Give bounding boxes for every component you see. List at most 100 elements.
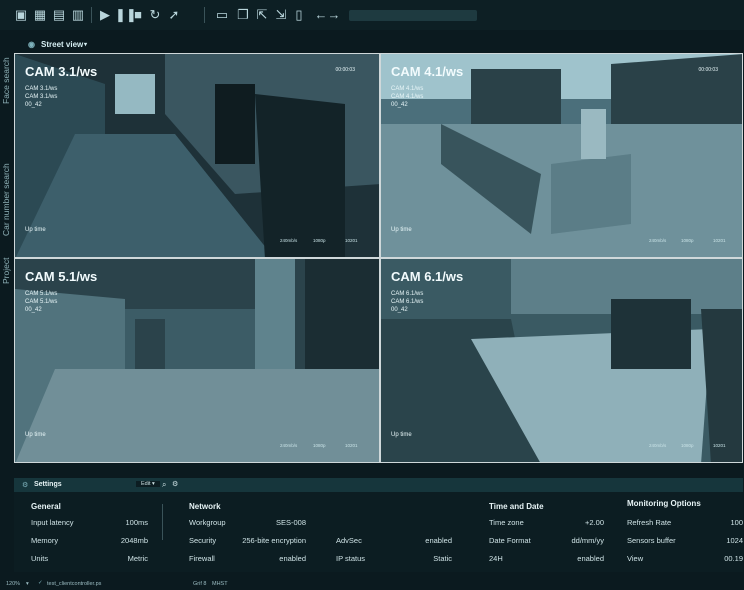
camera-info-line: 00_42 [391,102,408,108]
camera-info-line: CAM 3.1/ws [25,86,58,92]
camera-frames: 10201 [713,238,726,243]
grid-info: Grif 8 [193,581,207,587]
tab-car-number-search[interactable]: Car number search [1,108,15,238]
camera-title: CAM 3.1/ws [25,64,98,79]
setting-value[interactable]: dd/mm/yy [554,536,604,545]
camera-bitrate: 240mb/s [649,238,667,243]
camera-info-line: CAM 4.1/ws [391,94,424,100]
setting-value[interactable]: 100ms [104,518,148,527]
pause-icon[interactable]: ❚❚ [115,8,137,22]
save-icon[interactable]: ▤ [52,8,66,22]
setting-value[interactable]: Metric [104,554,148,563]
mode-info: MHST [212,581,228,587]
camera-bitrate: 240mb/s [649,443,667,448]
setting-label: Memory [31,536,59,545]
camera-feed [381,259,742,462]
eye-icon: ◉ [28,40,35,49]
cycle-icon[interactable]: ↻ [148,8,162,22]
section-heading: Network [189,502,221,511]
camera-feed [381,54,742,257]
setting-value[interactable]: enabled [244,554,306,563]
setting-label: Refresh Rate [627,518,672,527]
camera-resolution: 1080p [681,443,694,448]
setting-label: IP status [336,554,366,563]
setting-value[interactable]: 00.19 [700,554,743,563]
record-icon[interactable]: ▣ [14,8,28,22]
camera-info-line: 00_42 [391,307,408,313]
camera-frames: 10201 [345,238,358,243]
camera-info-line: CAM 6.1/ws [391,291,424,297]
export-icon[interactable]: ⇱ [255,8,269,22]
toolbar-divider [91,7,92,23]
setting-label: Security [189,536,217,545]
tab-project[interactable]: Project [1,236,15,286]
camera-tile[interactable]: CAM 4.1/ws CAM 4.1/ws CAM 4.1/ws 00_42 0… [380,53,743,258]
check-icon: ✓ [38,580,43,586]
section-heading: General [31,502,61,511]
gear-icon[interactable]: ⚙ [172,480,178,488]
zoom-level[interactable]: 120% [6,581,20,587]
setting-label: Date Format [489,536,531,545]
pointer-icon[interactable]: ➚ [167,8,181,22]
play-icon[interactable]: ▶ [98,8,112,22]
setting-label: Workgroup [189,518,226,527]
setting-value[interactable]: Static [394,554,452,563]
setting-value[interactable]: +2.00 [554,518,604,527]
camera-timestamp: 00:00:03 [335,67,355,73]
setting-label: 24H [489,554,503,563]
setting-value[interactable]: 1024 [700,536,743,545]
camera-tile[interactable]: CAM 3.1/ws CAM 3.1/ws CAM 3.1/ws 00_42 0… [14,53,380,258]
setting-value[interactable]: 100 [700,518,743,527]
search-icon[interactable]: ⌕ [162,480,166,490]
camera-grid: CAM 3.1/ws CAM 3.1/ws CAM 3.1/ws 00_42 0… [14,53,743,463]
setting-label: Sensors buffer [627,536,676,545]
setting-value[interactable]: SES-008 [244,518,306,527]
layout-icon[interactable]: ▦ [33,8,47,22]
view-label: Street view [41,40,84,49]
camera-info-line: CAM 6.1/ws [391,299,424,305]
section-heading: Time and Date [489,502,544,511]
camera-title: CAM 6.1/ws [391,269,464,284]
toolbar-divider [204,7,205,23]
search-input[interactable] [349,10,477,21]
file-name: test_clientcontroller.ps [47,581,102,587]
camera-uptime: Up time [391,432,412,438]
page-icon[interactable]: ▯ [292,8,306,22]
setting-value[interactable]: enabled [554,554,604,563]
camera-info-line: 00_42 [25,102,42,108]
stop-icon[interactable]: ■ [131,8,145,22]
edit-dropdown[interactable]: Edit ▾ [136,481,160,487]
setting-label: Input latency [31,518,74,527]
camera-feed [15,259,379,462]
camera-bitrate: 240mb/s [280,443,298,448]
window-stack-icon[interactable]: ❐ [236,8,250,22]
camera-feed [15,54,379,257]
settings-title: Settings [34,481,62,488]
tab-face-search[interactable]: Face search [1,36,15,106]
setting-value[interactable]: 256-bite encryption [232,536,306,545]
camera-title: CAM 4.1/ws [391,64,464,79]
divider [162,504,163,540]
settings-panel: General Input latency 100ms Memory 2048m… [14,492,743,572]
setting-label: Time zone [489,518,524,527]
window-icon[interactable]: ▭ [215,8,229,22]
camera-frames: 10201 [713,443,726,448]
camera-resolution: 1080p [313,238,326,243]
setting-value[interactable]: enabled [394,536,452,545]
camera-timestamp: 00:00:03 [698,67,718,73]
setting-value[interactable]: 2048mb [104,536,148,545]
back-arrow-icon[interactable]: ← [314,8,328,22]
export-alt-icon[interactable]: ⇲ [274,8,288,22]
section-heading: Monitoring Options [627,499,701,508]
camera-title: CAM 5.1/ws [25,269,98,284]
camera-uptime: Up time [391,227,412,233]
mixer-icon[interactable]: ▥ [71,8,85,22]
camera-info-line: CAM 5.1/ws [25,291,58,297]
camera-tile[interactable]: CAM 5.1/ws CAM 5.1/ws CAM 5.1/ws 00_42 U… [14,258,380,463]
camera-tile[interactable]: CAM 6.1/ws CAM 6.1/ws CAM 6.1/ws 00_42 U… [380,258,743,463]
camera-info-line: CAM 3.1/ws [25,94,58,100]
camera-resolution: 1080p [681,238,694,243]
chevron-down-icon[interactable]: ▾ [26,581,29,587]
camera-frames: 10201 [345,443,358,448]
forward-arrow-icon[interactable]: → [327,8,341,22]
